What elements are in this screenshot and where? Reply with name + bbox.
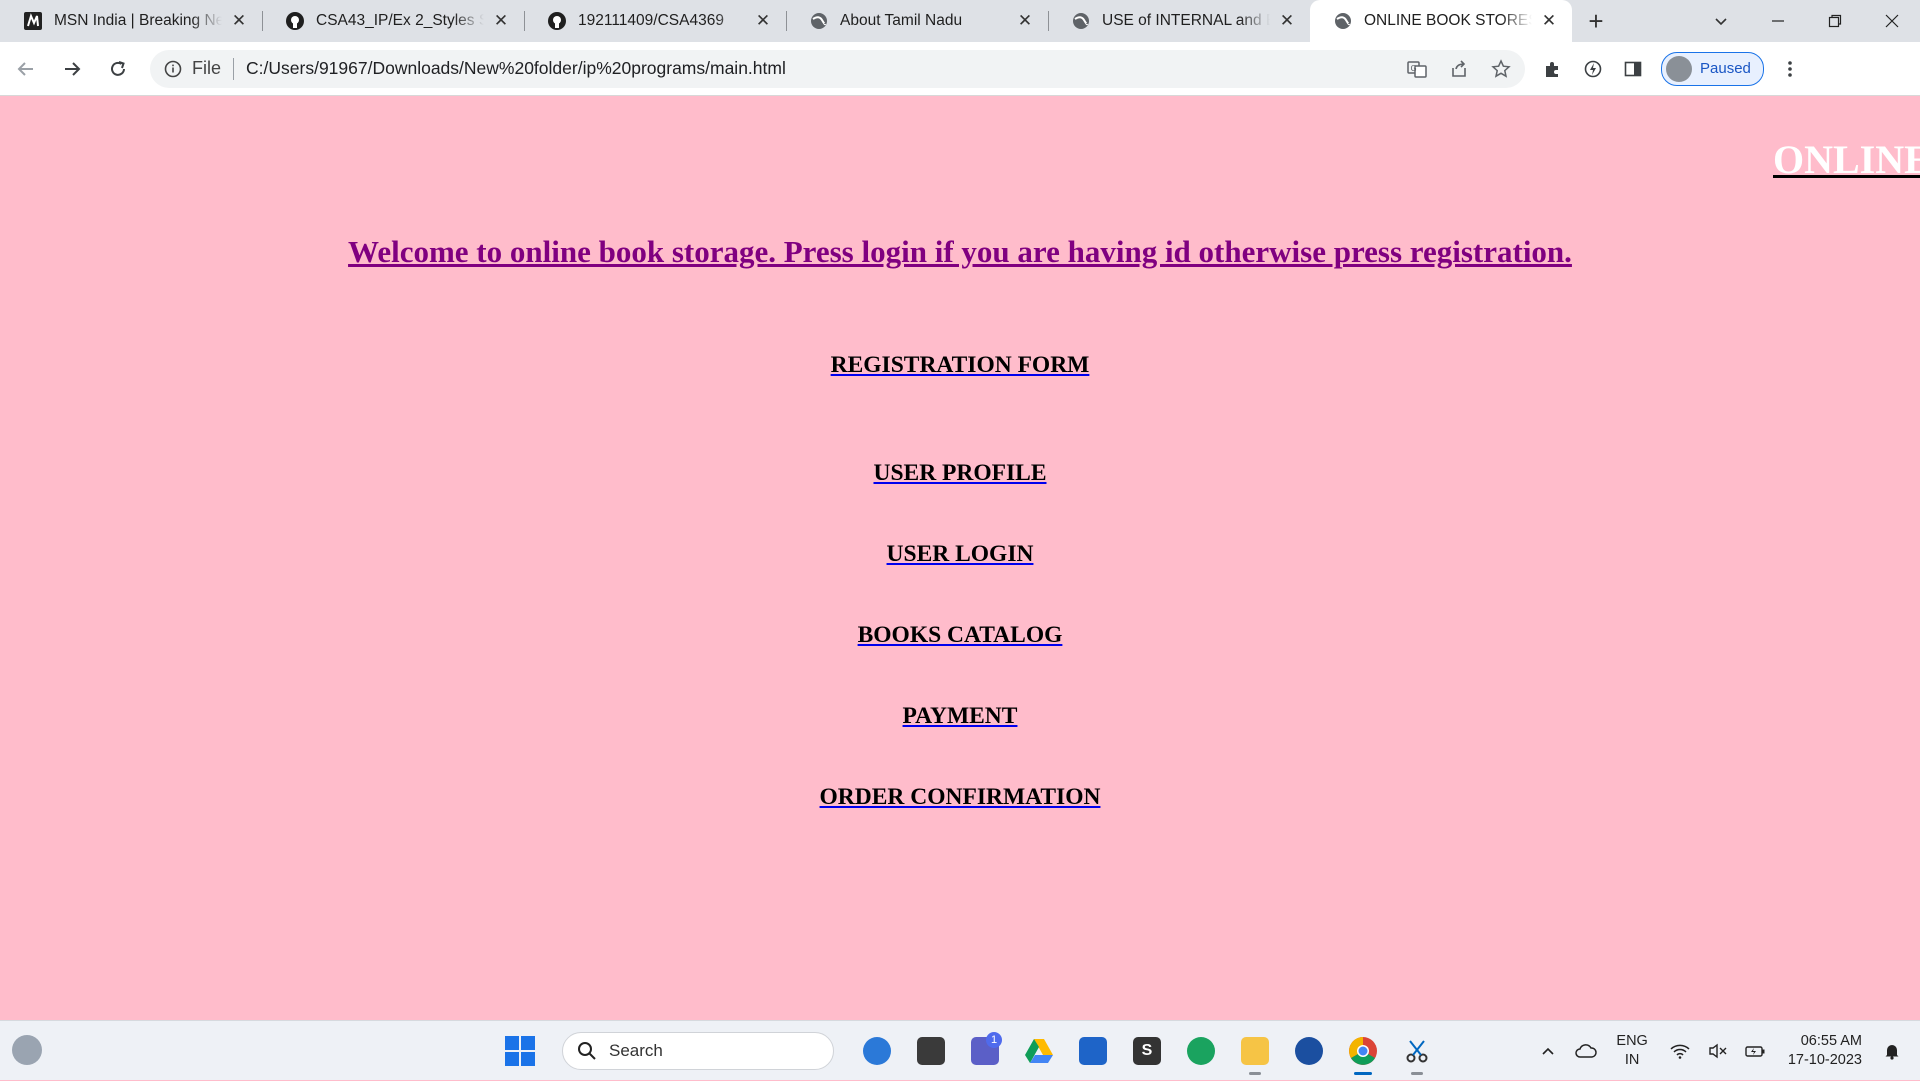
scheme-label: File (192, 58, 222, 78)
tab-strip: MSN India | Breaking News ✕ CSA43_IP/Ex … (0, 0, 1920, 42)
edge-app-icon[interactable] (1180, 1030, 1222, 1072)
tab-github-repo[interactable]: 192111409/CSA4369 ✕ (524, 0, 786, 42)
restore-icon[interactable] (1806, 0, 1863, 42)
teams-badge: 1 (986, 1032, 1002, 1048)
tab-title: USE of INTERNAL and EXTERNAL (1102, 12, 1270, 29)
close-icon[interactable]: ✕ (1016, 11, 1034, 30)
chrome-app-icon[interactable] (1342, 1030, 1384, 1075)
registration-form-link[interactable]: REGISTRATION FORM (0, 352, 1920, 379)
performance-icon[interactable] (1581, 57, 1605, 81)
system-tray: ENG IN 06:55 AM 17-10-2023 (1534, 1021, 1920, 1081)
tab-title: ONLINE BOOK STORES (1364, 12, 1532, 29)
address-bar[interactable]: File C:/Users/91967/Downloads/New%20fold… (150, 49, 1525, 88)
back-icon[interactable] (6, 49, 46, 89)
file-explorer-app-icon[interactable] (1234, 1030, 1276, 1075)
tab-search-icon[interactable] (1692, 0, 1749, 42)
tab-title: About Tamil Nadu (840, 12, 963, 29)
minimize-icon[interactable] (1749, 0, 1806, 42)
close-icon[interactable]: ✕ (1540, 11, 1558, 30)
profile-button[interactable]: Paused (1661, 51, 1764, 86)
info-icon (164, 60, 182, 77)
msn-icon (24, 12, 42, 30)
extensions-icon[interactable] (1541, 57, 1565, 81)
browser-toolbar: File C:/Users/91967/Downloads/New%20fold… (0, 42, 1920, 96)
close-icon[interactable]: ✕ (754, 11, 772, 30)
taskbar-apps: Search 1 S (500, 1029, 1438, 1075)
teams-app-icon[interactable]: 1 (964, 1030, 1006, 1072)
photos-preview-app-icon[interactable] (856, 1030, 898, 1072)
books-catalog-link[interactable]: BOOKS CATALOG (0, 622, 1920, 649)
forward-icon[interactable] (52, 49, 92, 89)
url-text[interactable]: C:/Users/91967/Downloads/New%20folder/ip… (246, 58, 786, 79)
reload-icon[interactable] (98, 49, 138, 89)
language-line1: ENG (1616, 1033, 1648, 1049)
tab-title: CSA43_IP/Ex 2_Styles Sheet (316, 12, 484, 29)
taskbar-search[interactable]: Search (562, 1032, 834, 1070)
search-label: Search (609, 1041, 663, 1060)
tab-title: MSN India | Breaking News (54, 12, 222, 29)
language-indicator[interactable]: ENG IN (1616, 1032, 1647, 1070)
site-info-chip[interactable]: File (164, 58, 221, 79)
tab-online-book-stores[interactable]: ONLINE BOOK STORES ✕ (1310, 0, 1572, 42)
address-separator (233, 57, 235, 80)
mail-app-icon[interactable] (1288, 1030, 1330, 1072)
taskbar: Search 1 S ENG IN 06:55 AM 17-10-2023 (0, 1020, 1920, 1080)
globe-icon (810, 12, 828, 30)
avatar (1666, 55, 1692, 82)
tab-github-styles[interactable]: CSA43_IP/Ex 2_Styles Sheet ✕ (262, 0, 524, 42)
close-icon[interactable]: ✕ (230, 11, 248, 30)
toolbar-actions: Paused (1541, 51, 1764, 86)
page-content: ONLINE BOOK STORES Welcome to online boo… (0, 96, 1920, 1020)
payment-link[interactable]: PAYMENT (0, 703, 1920, 730)
bookmark-star-icon[interactable] (1489, 57, 1513, 81)
windows-start-icon[interactable] (500, 1031, 540, 1071)
s-app-icon[interactable]: S (1126, 1030, 1168, 1072)
order-confirmation-link[interactable]: ORDER CONFIRMATION (0, 784, 1920, 811)
weather-icon[interactable] (12, 1035, 42, 1065)
clock[interactable]: 06:55 AM 17-10-2023 (1788, 1032, 1862, 1070)
svg-text:G: G (1411, 64, 1417, 73)
volume-muted-icon[interactable] (1704, 1037, 1732, 1065)
user-profile-link[interactable]: USER PROFILE (0, 460, 1920, 487)
language-line2: IN (1624, 1052, 1640, 1068)
address-bar-actions: G (1405, 50, 1513, 88)
tab-internal-external[interactable]: USE of INTERNAL and EXTERNAL ✕ (1048, 0, 1310, 42)
wifi-icon[interactable] (1666, 1037, 1694, 1065)
google-drive-app-icon[interactable] (1018, 1030, 1060, 1072)
clock-time: 06:55 AM (1800, 1033, 1862, 1049)
github-icon (286, 12, 304, 30)
share-icon[interactable] (1447, 57, 1471, 81)
snipping-tool-app-icon[interactable] (1396, 1030, 1438, 1075)
chevron-up-icon[interactable] (1534, 1037, 1562, 1065)
new-tab-button[interactable]: + (1576, 0, 1616, 42)
onedrive-cloud-icon[interactable] (1572, 1037, 1600, 1065)
tab-title: 192111409/CSA4369 (578, 12, 724, 29)
tab-msn[interactable]: MSN India | Breaking News ✕ (0, 0, 262, 42)
tab-tamil-nadu[interactable]: About Tamil Nadu ✕ (786, 0, 1048, 42)
notification-bell-icon[interactable] (1878, 1037, 1906, 1065)
store-app-icon[interactable] (1072, 1030, 1114, 1072)
battery-charging-icon[interactable] (1742, 1037, 1770, 1065)
more-menu-icon[interactable] (1778, 57, 1802, 81)
search-icon (578, 1042, 596, 1060)
side-panel-icon[interactable] (1621, 57, 1645, 81)
globe-icon (1334, 12, 1352, 30)
user-login-link[interactable]: USER LOGIN (0, 541, 1920, 568)
marquee-heading: ONLINE BOOK STORES (1773, 137, 1920, 182)
close-window-icon[interactable] (1863, 0, 1920, 42)
globe-icon (1072, 12, 1090, 30)
welcome-message: Welcome to online book storage. Press lo… (348, 234, 1572, 269)
translate-icon[interactable]: G (1405, 57, 1429, 81)
file-manager-app-icon[interactable] (910, 1030, 952, 1072)
close-icon[interactable]: ✕ (492, 11, 510, 30)
profile-status: Paused (1700, 60, 1751, 77)
clock-date: 17-10-2023 (1787, 1052, 1862, 1068)
github-icon (548, 12, 566, 30)
window-controls (1692, 0, 1920, 42)
close-icon[interactable]: ✕ (1278, 11, 1296, 30)
